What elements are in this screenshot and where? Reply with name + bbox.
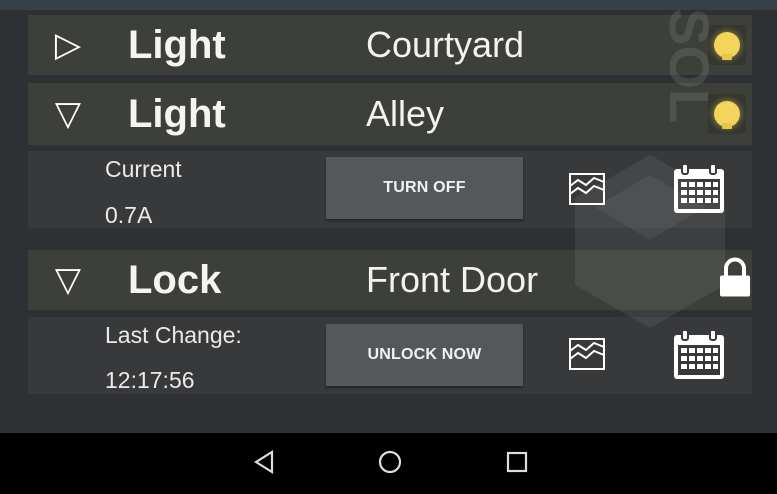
home-icon[interactable] [377, 449, 403, 480]
turn-off-button[interactable]: TURN OFF [326, 157, 523, 219]
detail-value: 12:17:56 [105, 367, 195, 393]
detail-label: Last Change: [105, 322, 242, 348]
lock-icon [720, 257, 750, 297]
schedule-calendar-icon[interactable] [672, 329, 726, 386]
collapse-toggle-icon[interactable]: ▽ [28, 97, 108, 131]
device-type: Light [128, 22, 226, 67]
status-indicator [708, 94, 746, 134]
device-type: Lock [128, 257, 222, 302]
device-type: Light [128, 91, 226, 136]
device-name: Courtyard [366, 24, 525, 65]
bulb-icon [714, 32, 740, 60]
top-status-strip [0, 0, 777, 10]
unlock-now-button[interactable]: UNLOCK NOW [326, 324, 523, 386]
device-name: Alley [366, 93, 445, 134]
device-name: Front Door [366, 259, 539, 300]
history-chart-icon[interactable] [568, 337, 606, 376]
recents-icon[interactable] [504, 449, 530, 480]
device-row-front-door[interactable]: ▽ Lock Front Door [28, 250, 752, 310]
schedule-calendar-icon[interactable] [672, 163, 726, 220]
detail-value: 0.7A [105, 202, 153, 228]
expand-toggle-icon[interactable]: ▷ [28, 28, 108, 62]
status-indicator [718, 257, 752, 303]
collapse-toggle-icon[interactable]: ▽ [28, 263, 108, 297]
back-icon[interactable] [252, 449, 276, 480]
device-detail-panel-alley: Current 0.7A TURN OFF [28, 151, 752, 228]
status-indicator [708, 25, 746, 65]
system-navigation-bar [0, 433, 777, 494]
device-detail-panel-front-door: Last Change: 12:17:56 UNLOCK NOW [28, 317, 752, 394]
bulb-icon [714, 101, 740, 129]
device-row-alley[interactable]: ▽ Light Alley [28, 83, 752, 145]
device-row-courtyard[interactable]: ▷ Light Courtyard [28, 15, 752, 75]
history-chart-icon[interactable] [568, 172, 606, 211]
detail-label: Current [105, 156, 182, 182]
